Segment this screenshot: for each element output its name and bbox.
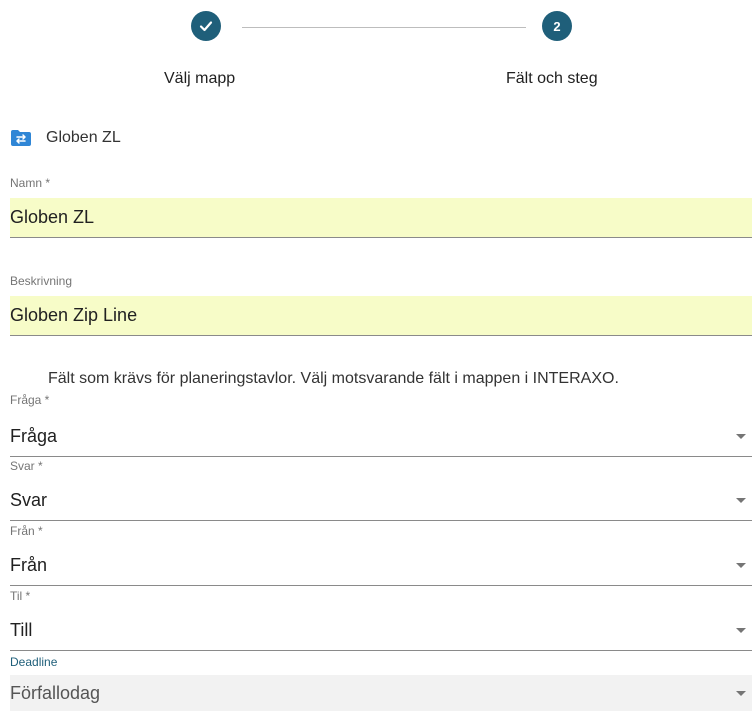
step-2-label: Fält och steg [506,70,598,87]
chevron-down-icon [736,498,746,503]
stepper-connector [242,27,526,28]
step-2-circle[interactable]: 2 [542,11,572,41]
step-2-number: 2 [553,18,561,34]
beskrivning-label: Beskrivning [10,274,73,288]
namn-input[interactable] [10,198,752,238]
fraga-select[interactable]: Fråga [10,417,752,457]
step-1-label: Välj mapp [164,70,236,87]
fraga-value: Fråga [10,426,58,446]
folder-name: Globen ZL [46,129,121,146]
namn-label: Namn * [10,176,51,190]
fraga-label: Fråga * [10,393,50,407]
required-fields-info: Fält som krävs för planeringstavlor. Väl… [48,370,619,387]
till-select[interactable]: Till [10,611,752,651]
till-value: Till [10,620,33,640]
step-1-complete-circle[interactable] [191,11,221,41]
chevron-down-icon [736,434,746,439]
svar-label: Svar * [10,459,43,473]
check-icon [199,21,213,32]
fran-label: Från * [10,524,43,538]
deadline-select[interactable]: Förfallodag [10,675,752,711]
selected-folder: Globen ZL [10,124,121,152]
chevron-down-icon [736,628,746,633]
svar-value: Svar [10,490,48,510]
fran-select[interactable]: Från [10,546,752,586]
chevron-down-icon [736,563,746,568]
chevron-down-icon [736,690,746,696]
deadline-value: Förfallodag [10,682,101,703]
deadline-label: Deadline [10,655,58,669]
beskrivning-input[interactable] [10,296,752,336]
svar-select[interactable]: Svar [10,481,752,521]
folder-sync-icon [11,130,31,146]
fran-value: Från [10,555,48,575]
till-label: Til * [10,589,31,603]
